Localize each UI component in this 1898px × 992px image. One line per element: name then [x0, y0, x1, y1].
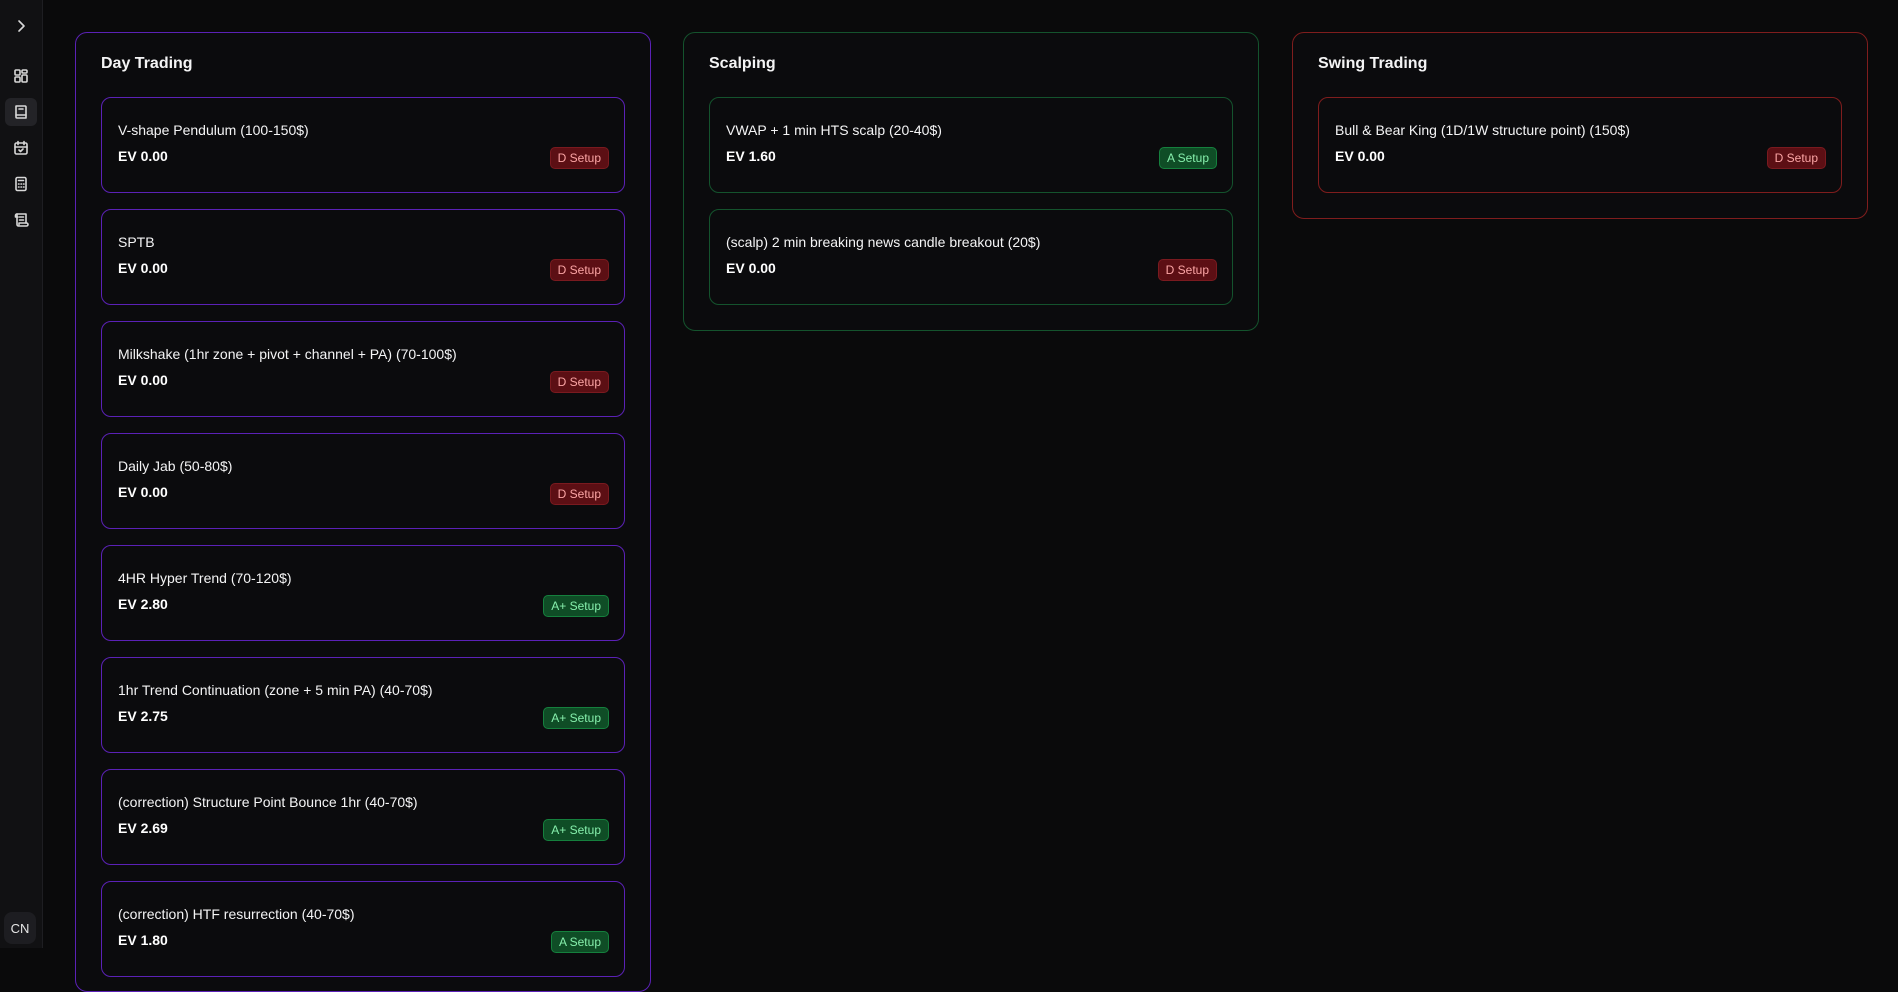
scroll-icon	[14, 213, 29, 227]
nav-dashboard[interactable]	[5, 62, 37, 90]
setup-title: Milkshake (1hr zone + pivot + channel + …	[118, 346, 457, 362]
setup-title: Bull & Bear King (1D/1W structure point)…	[1335, 122, 1630, 138]
setup-grade-badge: A Setup	[1158, 147, 1217, 169]
setup-card[interactable]: SPTB EV 0.00 D Setup	[101, 209, 625, 305]
setup-grade-badge: D Setup	[549, 147, 609, 169]
setup-title: V-shape Pendulum (100-150$)	[118, 122, 309, 138]
setup-title: SPTB	[118, 234, 155, 250]
setup-card[interactable]: Daily Jab (50-80$) EV 0.00 D Setup	[101, 433, 625, 529]
setup-ev: EV 0.00	[726, 260, 776, 276]
setup-title: (correction) HTF resurrection (40-70$)	[118, 906, 355, 922]
setup-grade-badge: D Setup	[549, 259, 609, 281]
setup-ev: EV 1.80	[118, 932, 168, 948]
setup-grade-badge: A+ Setup	[543, 595, 609, 617]
setup-card[interactable]: 4HR Hyper Trend (70-120$) EV 2.80 A+ Set…	[101, 545, 625, 641]
expand-sidebar-button[interactable]	[5, 12, 37, 40]
setup-grade-badge: A+ Setup	[543, 819, 609, 841]
setup-ev: EV 0.00	[118, 260, 168, 276]
column-title: Scalping	[709, 55, 776, 72]
setup-title: VWAP + 1 min HTS scalp (20-40$)	[726, 122, 942, 138]
column-swing-trading: Swing Trading Bull & Bear King (1D/1W st…	[1292, 32, 1868, 219]
column-title: Day Trading	[101, 55, 193, 72]
setup-card[interactable]: V-shape Pendulum (100-150$) EV 0.00 D Se…	[101, 97, 625, 193]
setup-grade-badge: D Setup	[1157, 259, 1217, 281]
dashboard-icon	[14, 69, 28, 83]
setup-grade-badge: D Setup	[549, 371, 609, 393]
setup-card[interactable]: VWAP + 1 min HTS scalp (20-40$) EV 1.60 …	[709, 97, 1233, 193]
column-day-trading: Day Trading V-shape Pendulum (100-150$) …	[75, 32, 651, 992]
book-icon	[15, 105, 27, 119]
setup-card[interactable]: (scalp) 2 min breaking news candle break…	[709, 209, 1233, 305]
calculator-icon	[15, 176, 27, 192]
setup-card[interactable]: (correction) HTF resurrection (40-70$) E…	[101, 881, 625, 977]
setup-title: (scalp) 2 min breaking news candle break…	[726, 234, 1041, 250]
setup-card[interactable]: Milkshake (1hr zone + pivot + channel + …	[101, 321, 625, 417]
setup-title: Daily Jab (50-80$)	[118, 458, 233, 474]
nav-playbook[interactable]	[5, 98, 37, 126]
sidebar: CN	[0, 0, 43, 948]
setup-title: 1hr Trend Continuation (zone + 5 min PA)…	[118, 682, 433, 698]
setup-ev: EV 2.69	[118, 820, 168, 836]
setup-ev: EV 0.00	[118, 148, 168, 164]
column-scalping: Scalping VWAP + 1 min HTS scalp (20-40$)…	[683, 32, 1259, 331]
setup-card[interactable]: 1hr Trend Continuation (zone + 5 min PA)…	[101, 657, 625, 753]
setup-ev: EV 1.60	[726, 148, 776, 164]
chevron-right-icon	[18, 20, 25, 32]
setup-ev: EV 2.80	[118, 596, 168, 612]
column-title: Swing Trading	[1318, 55, 1428, 72]
nav-journal[interactable]	[5, 206, 37, 234]
nav-calendar[interactable]	[5, 134, 37, 162]
setup-title: 4HR Hyper Trend (70-120$)	[118, 570, 292, 586]
setup-card[interactable]: (correction) Structure Point Bounce 1hr …	[101, 769, 625, 865]
setup-ev: EV 0.00	[1335, 148, 1385, 164]
setup-ev: EV 0.00	[118, 484, 168, 500]
setup-grade-badge: A+ Setup	[543, 707, 609, 729]
setup-grade-badge: A Setup	[550, 931, 609, 953]
setup-grade-badge: D Setup	[1766, 147, 1826, 169]
calendar-icon	[14, 140, 28, 155]
setup-ev: EV 2.75	[118, 708, 168, 724]
setup-grade-badge: D Setup	[549, 483, 609, 505]
setup-card[interactable]: Bull & Bear King (1D/1W structure point)…	[1318, 97, 1842, 193]
setup-ev: EV 0.00	[118, 372, 168, 388]
nav-calculator[interactable]	[5, 170, 37, 198]
avatar[interactable]: CN	[4, 912, 36, 944]
setup-title: (correction) Structure Point Bounce 1hr …	[118, 794, 418, 810]
